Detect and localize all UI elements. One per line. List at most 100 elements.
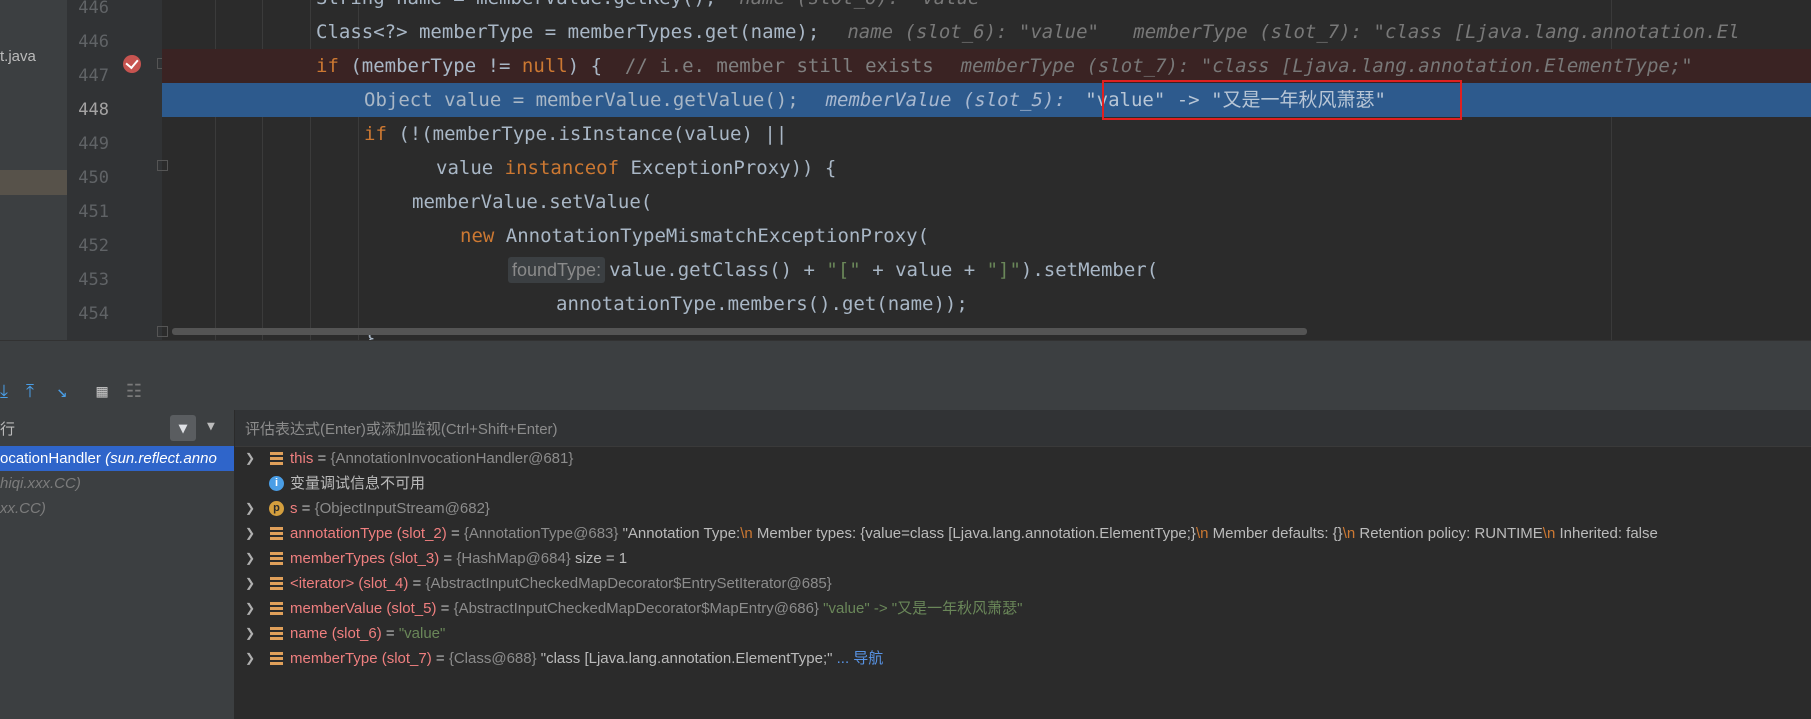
code-text: (!(memberType.isInstance(value) || [386, 123, 788, 145]
frame-item[interactable]: xx.CC) [0, 496, 46, 521]
horizontal-scrollbar[interactable] [172, 328, 1307, 335]
variable-value: Retention policy: RUNTIME [1355, 525, 1543, 542]
variables-panel: ❯ this = {AnnotationInvocationHandler@68… [235, 410, 1811, 719]
trace-icon[interactable]: ☷ [124, 382, 144, 402]
run-to-cursor-icon[interactable]: ↘ [52, 382, 72, 402]
frames-header: 行 ▼ ▼ [0, 410, 234, 446]
line-number: 451 [78, 202, 109, 222]
chevron-down-icon[interactable]: ▼ [207, 419, 215, 434]
variable-name: <iterator> (slot_4) [290, 575, 409, 592]
inline-debug-hint: memberValue (slot_5): [802, 89, 1078, 111]
code-line-450[interactable]: value instanceof ExceptionProxy)) { [162, 151, 1811, 185]
frame-item[interactable]: hiqi.xxx.CC) [0, 471, 81, 496]
variable-name: this [290, 450, 314, 467]
code-text: memberValue.setValue( [412, 191, 653, 213]
thread-selector[interactable]: 行 [0, 418, 15, 439]
variable-name: annotationType (slot_2) [290, 525, 447, 542]
escape-char: \n [1195, 525, 1209, 542]
variable-type: {Class@688} [448, 650, 537, 667]
line-number: 455 [67, 331, 109, 340]
code-line-447[interactable]: if (memberType != null) { // i.e. member… [162, 49, 1811, 83]
inline-debug-hint: memberType (slot_7): "class [Ljava.lang.… [937, 55, 1693, 77]
expand-arrow-icon[interactable]: ❯ [245, 521, 255, 546]
escape-char: \n [740, 525, 753, 542]
expand-arrow-icon[interactable]: ❯ [245, 546, 255, 571]
expand-arrow-icon[interactable]: ❯ [245, 646, 255, 671]
expand-arrow-icon[interactable]: ❯ [245, 571, 255, 596]
expand-arrow-icon[interactable]: ❯ [245, 496, 255, 521]
line-number: 450 [78, 168, 109, 188]
debug-panel-header [0, 340, 1811, 375]
escape-char: \n [1542, 525, 1556, 542]
breakpoint-icon[interactable] [123, 55, 141, 73]
variable-name: s [290, 500, 298, 517]
variable-value: "value" -> "又是一年秋风萧瑟" [819, 600, 1023, 617]
step-into-icon[interactable]: ⤓ [0, 382, 14, 402]
field-icon [269, 651, 284, 666]
code-text: Object value = memberValue.getValue(); [364, 89, 799, 111]
parameter-icon: p [269, 501, 284, 516]
frame-method: xx.CC) [0, 500, 46, 517]
line-gutter: 446 446 447 448 449 450 451 452 453 454 … [67, 0, 162, 340]
equals-sign: = [408, 575, 426, 592]
keyword: if [316, 55, 339, 77]
variable-value: Inherited: false [1555, 525, 1658, 542]
code-comment: // i.e. member still exists [602, 55, 934, 77]
code-line-454[interactable]: annotationType.members().get(name)); [162, 287, 1811, 321]
code-line-449[interactable]: if (!(memberType.isInstance(value) || [162, 117, 1811, 151]
code-line-446[interactable]: Class<?> memberType = memberTypes.get(na… [162, 15, 1811, 49]
field-icon [269, 626, 284, 641]
escape-char: \n [1342, 525, 1356, 542]
expand-arrow-icon[interactable]: ❯ [245, 621, 255, 646]
project-panel: t.java [0, 0, 67, 340]
line-number: 453 [78, 270, 109, 290]
frame-item[interactable]: ocationHandler (sun.reflect.anno [0, 446, 234, 471]
step-out-icon[interactable]: ⤒ [20, 382, 40, 402]
equals-sign: = [297, 500, 315, 517]
code-text: AnnotationTypeMismatchExceptionProxy( [494, 225, 930, 247]
field-icon [269, 451, 284, 466]
navigate-link[interactable]: ... 导航 [832, 650, 884, 667]
code-line-453[interactable]: foundType: value.getClass() + "[" + value… [162, 253, 1811, 287]
code-text: + value + [860, 259, 987, 281]
code-line-448-execution-point[interactable]: Object value = memberValue.getValue(); m… [162, 83, 1811, 117]
code-text: ) { [567, 55, 603, 77]
variable-value: size = 1 [570, 550, 628, 567]
code-line-452[interactable]: new AnnotationTypeMismatchExceptionProxy… [162, 219, 1811, 253]
frame-class: (sun.reflect.anno [100, 450, 217, 467]
code-text: (memberType != [338, 55, 522, 77]
code-text: value.getClass() + [609, 259, 827, 281]
string-literal: "]" [986, 259, 1021, 281]
parameter-inlay-hint: foundType: [508, 257, 606, 283]
keyword: instanceof [504, 157, 620, 179]
info-icon: i [269, 476, 284, 491]
code-text: annotationType.members().get(name)); [556, 293, 968, 315]
filter-icon[interactable]: ▼ [170, 415, 196, 441]
keyword: if [364, 123, 387, 145]
expand-arrow-icon[interactable]: ❯ [245, 446, 255, 471]
variable-type: {AnnotationInvocationHandler@681} [330, 450, 574, 467]
code-line-451[interactable]: memberValue.setValue( [162, 185, 1811, 219]
variable-type: {HashMap@684} [456, 550, 571, 567]
field-icon [269, 526, 284, 541]
inline-debug-hint: name (slot_6): "value" memberType (slot_… [847, 21, 1740, 43]
expand-arrow-icon[interactable]: ❯ [245, 596, 255, 621]
evaluate-icon[interactable]: ▦ [92, 382, 112, 402]
code-line[interactable]: String name = memberValue.getKey(); name… [162, 0, 1811, 15]
project-file-name[interactable]: t.java [0, 48, 36, 65]
field-icon [269, 551, 284, 566]
project-selected-row [0, 170, 67, 195]
line-number-current: 448 [78, 100, 109, 120]
code-editor[interactable]: t.java 446 446 447 448 449 450 451 452 4… [0, 0, 1811, 340]
frame-method: ocationHandler [0, 450, 101, 467]
equals-sign: = [446, 525, 464, 542]
variable-name: memberTypes (slot_3) [290, 550, 440, 567]
variable-name: memberValue (slot_5) [290, 600, 437, 617]
variable-value: "class [Ljava.lang.annotation.ElementTyp… [536, 650, 833, 667]
variable-name: name (slot_6) [290, 625, 382, 642]
line-number: 449 [78, 134, 109, 154]
code-text: Class<?> memberType = memberTypes.get(na… [316, 21, 820, 43]
highlight-box [1102, 80, 1462, 120]
equals-sign: = [313, 450, 331, 467]
evaluate-expression-input[interactable] [243, 415, 1447, 443]
